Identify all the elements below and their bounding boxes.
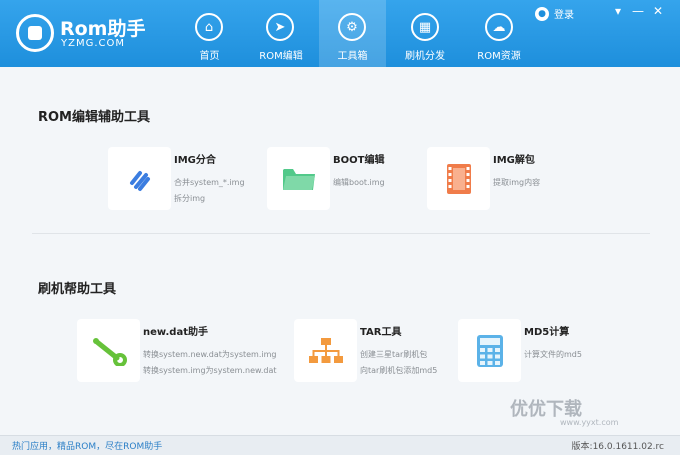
wrench-icon xyxy=(77,319,140,382)
login-button[interactable]: ● 登录 xyxy=(535,6,574,21)
nav-home-label: 首页 xyxy=(199,51,220,62)
tool-img-split-merge[interactable]: IMG分合 合并system_*.img 拆分img xyxy=(108,147,245,210)
nav-rom-resources[interactable]: ☁ ROM资源 xyxy=(464,0,534,67)
nav-rom-edit-label: ROM编辑 xyxy=(259,51,303,62)
home-icon: ⌂ xyxy=(195,13,223,41)
tool-desc: 合并system_*.img 拆分img xyxy=(174,178,245,203)
nav-rom-edit[interactable]: ➤ ROM编辑 xyxy=(246,0,316,67)
gear-icon: ⚙ xyxy=(338,13,366,41)
tool-desc: 计算文件的md5 xyxy=(524,350,582,359)
tool-desc: 编辑boot.img xyxy=(333,178,385,187)
menu-dropdown-button[interactable]: ▾ xyxy=(608,4,628,18)
tool-img-unpack[interactable]: IMG解包 提取img内容 xyxy=(427,147,540,210)
window-controls: ▾ — ✕ xyxy=(608,4,668,18)
tool-desc: 创建三星tar刷机包 向tar刷机包添加md5 xyxy=(360,350,438,375)
calculator-icon xyxy=(458,319,521,382)
nav-toolbox-label: 工具箱 xyxy=(337,51,368,62)
nav-flash-distribute-label: 刷机分发 xyxy=(405,51,445,62)
user-icon: ● xyxy=(535,6,549,21)
tool-desc: 转换system.new.dat为system.img 转换system.img… xyxy=(143,350,277,375)
close-button[interactable]: ✕ xyxy=(648,4,668,18)
tool-tar[interactable]: TAR工具 创建三星tar刷机包 向tar刷机包添加md5 xyxy=(294,319,437,382)
cursor-icon: ➤ xyxy=(266,13,294,41)
main-nav: ⌂ 首页 ➤ ROM编辑 ⚙ 工具箱 ▦ 刷机分发 ☁ ROM资源 xyxy=(176,0,537,67)
logo-title: Rom助手 xyxy=(60,18,146,40)
film-icon xyxy=(427,147,490,210)
login-label: 登录 xyxy=(554,10,574,21)
footer-promo-link[interactable]: 热门应用，精品ROM，尽在ROM助手 xyxy=(12,439,162,452)
nav-rom-resources-label: ROM资源 xyxy=(477,51,521,62)
folder-icon xyxy=(267,147,330,210)
version-label: 版本:16.0.1611.02.rc xyxy=(571,442,664,452)
cloud-icon: ☁ xyxy=(485,13,513,41)
status-bar: 热门应用，精品ROM，尽在ROM助手 版本:16.0.1611.02.rc xyxy=(0,435,680,455)
grid-icon: ▦ xyxy=(411,13,439,41)
nav-home[interactable]: ⌂ 首页 xyxy=(176,0,243,67)
logo-subtitle: YZMG.COM xyxy=(61,38,125,49)
section-title-rom-edit: ROM编辑辅助工具 xyxy=(38,110,150,125)
tool-name: IMG分合 xyxy=(174,155,216,166)
link-icon xyxy=(108,147,171,210)
watermark-url: www.yyxt.com xyxy=(560,418,619,427)
tool-name: BOOT编辑 xyxy=(333,155,385,166)
section-divider xyxy=(32,233,650,234)
tool-desc: 提取img内容 xyxy=(493,178,541,187)
hierarchy-icon xyxy=(294,319,357,382)
nav-toolbox[interactable]: ⚙ 工具箱 xyxy=(319,0,386,67)
minimize-button[interactable]: — xyxy=(628,4,648,18)
nav-flash-distribute[interactable]: ▦ 刷机分发 xyxy=(389,0,461,67)
app-logo: Rom助手 YZMG.COM xyxy=(16,12,146,56)
tool-name: IMG解包 xyxy=(493,155,535,166)
tool-md5-calc[interactable]: MD5计算 计算文件的md5 xyxy=(458,319,582,382)
title-bar: Rom助手 YZMG.COM ⌂ 首页 ➤ ROM编辑 ⚙ 工具箱 ▦ 刷机分发… xyxy=(0,0,680,67)
tool-name: new.dat助手 xyxy=(143,327,208,338)
section-title-flash-help: 刷机帮助工具 xyxy=(38,282,117,297)
tool-name: TAR工具 xyxy=(360,327,402,338)
logo-icon xyxy=(16,14,54,52)
tool-boot-edit[interactable]: BOOT编辑 编辑boot.img xyxy=(267,147,385,210)
tool-new-dat-helper[interactable]: new.dat助手 转换system.new.dat为system.img 转换… xyxy=(77,319,276,382)
tool-name: MD5计算 xyxy=(524,327,570,338)
